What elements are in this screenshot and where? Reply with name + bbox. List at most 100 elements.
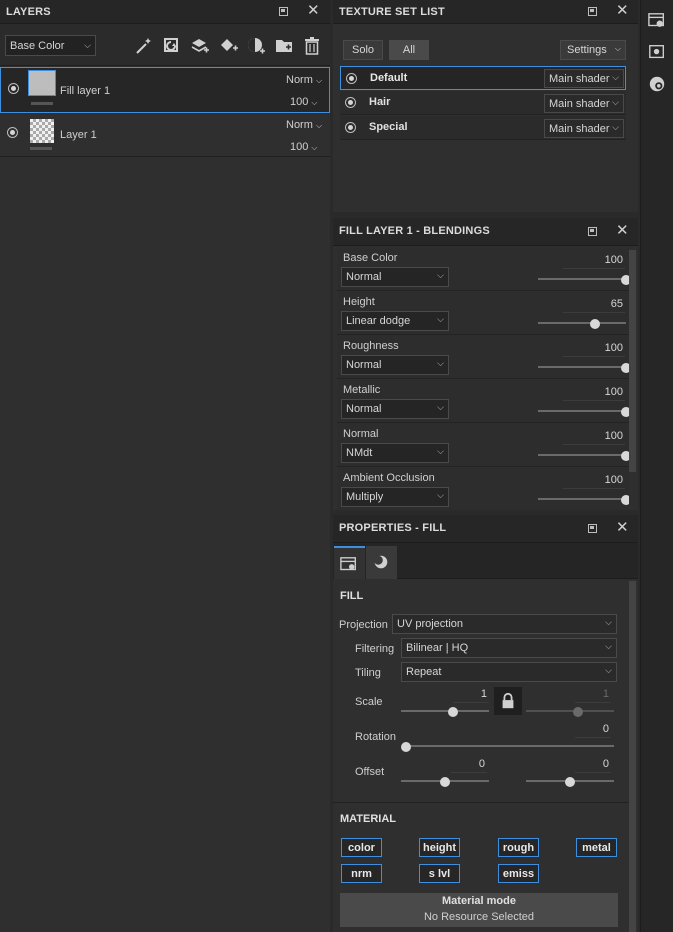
blend-opacity-knob[interactable] bbox=[621, 495, 629, 505]
visibility-icon[interactable] bbox=[345, 97, 356, 108]
value-underline bbox=[575, 737, 611, 738]
filtering-label: Filtering bbox=[355, 643, 395, 655]
blend-opacity-slider[interactable] bbox=[538, 322, 626, 324]
material-nrm-button[interactable]: nrm bbox=[341, 864, 382, 883]
value-underline bbox=[453, 702, 489, 703]
filtering-select[interactable]: Bilinear | HQ ⌵ bbox=[401, 638, 617, 658]
texture-set-panel: TEXTURE SET LIST ✕ Solo All Settings ⌵ De… bbox=[333, 0, 638, 212]
projection-select[interactable]: UV projection ⌵ bbox=[392, 614, 617, 634]
visibility-icon[interactable] bbox=[345, 122, 356, 133]
rotation-value[interactable]: 0 bbox=[575, 723, 609, 735]
texture-set-row[interactable]: Default Main shader ⌵ bbox=[340, 66, 626, 90]
all-button[interactable]: All bbox=[389, 40, 429, 60]
blend-opacity-knob[interactable] bbox=[621, 275, 629, 285]
close-icon[interactable]: ✕ bbox=[307, 3, 320, 18]
layers-panel: LAYERS ✕ Base Color ⌵ Fill layer 1 Norm … bbox=[0, 0, 330, 932]
rotation-slider[interactable] bbox=[406, 745, 614, 747]
layer-opacity[interactable]: 100 ⌵ bbox=[290, 96, 318, 108]
blend-opacity-slider[interactable] bbox=[538, 454, 626, 456]
blend-opacity-value[interactable]: 100 bbox=[587, 254, 623, 266]
chevron-down-icon: ⌵ bbox=[437, 314, 444, 324]
visibility-icon[interactable] bbox=[346, 73, 357, 84]
blend-opacity-value[interactable]: 100 bbox=[587, 386, 623, 398]
close-icon[interactable]: ✕ bbox=[616, 3, 629, 18]
shader-select[interactable]: Main shader ⌵ bbox=[544, 69, 624, 88]
trash-icon[interactable] bbox=[302, 36, 322, 56]
blend-mode-select[interactable]: Linear dodge ⌵ bbox=[341, 311, 449, 331]
blend-mode-select[interactable]: NMdt ⌵ bbox=[341, 443, 449, 463]
blend-opacity-value[interactable]: 100 bbox=[587, 342, 623, 354]
scrollbar[interactable] bbox=[629, 250, 636, 472]
layer-blend-mode[interactable]: Norm ⌵ bbox=[286, 74, 322, 86]
blend-opacity-slider[interactable] bbox=[538, 366, 626, 368]
shader-select[interactable]: Main shader ⌵ bbox=[544, 119, 624, 138]
display-settings-icon[interactable] bbox=[648, 43, 666, 61]
shader-settings-icon[interactable] bbox=[648, 75, 666, 93]
float-panel-icon[interactable] bbox=[588, 524, 597, 533]
paint-bucket-icon[interactable] bbox=[218, 36, 238, 56]
blend-opacity-value[interactable]: 65 bbox=[587, 298, 623, 310]
layer-row[interactable]: Layer 1 Norm ⌵ 100 ⌵ bbox=[0, 113, 330, 157]
offset-v-value[interactable]: 0 bbox=[575, 758, 609, 770]
offset-u-knob[interactable] bbox=[440, 777, 450, 787]
scale-u-slider[interactable] bbox=[401, 710, 489, 712]
material-color-button[interactable]: color bbox=[341, 838, 382, 857]
close-icon[interactable]: ✕ bbox=[616, 223, 629, 238]
material-rough-button[interactable]: rough bbox=[498, 838, 539, 857]
scale-v-value[interactable]: 1 bbox=[575, 688, 609, 700]
layer-blend-mode[interactable]: Norm ⌵ bbox=[286, 119, 322, 131]
material-height-button[interactable]: height bbox=[419, 838, 460, 857]
blend-mode-select[interactable]: Normal ⌵ bbox=[341, 399, 449, 419]
blend-opacity-knob[interactable] bbox=[621, 363, 629, 373]
add-layer-icon[interactable] bbox=[190, 36, 210, 56]
lock-button[interactable] bbox=[494, 687, 522, 715]
float-panel-icon[interactable] bbox=[588, 7, 597, 16]
tab-material[interactable] bbox=[366, 546, 397, 579]
blend-opacity-slider[interactable] bbox=[538, 278, 626, 280]
layer-opacity[interactable]: 100 ⌵ bbox=[290, 141, 318, 153]
add-mask-icon[interactable] bbox=[246, 36, 266, 56]
texture-set-row[interactable]: Hair Main shader ⌵ bbox=[340, 91, 626, 115]
texture-set-settings-icon[interactable] bbox=[648, 12, 666, 30]
blend-opacity-slider[interactable] bbox=[538, 410, 626, 412]
offset-u-value[interactable]: 0 bbox=[451, 758, 485, 770]
blend-opacity-knob[interactable] bbox=[621, 451, 629, 461]
add-folder-icon[interactable] bbox=[274, 36, 294, 56]
blend-mode-select[interactable]: Normal ⌵ bbox=[341, 355, 449, 375]
float-panel-icon[interactable] bbox=[588, 227, 597, 236]
blend-opacity-slider[interactable] bbox=[538, 498, 626, 500]
scrollbar[interactable] bbox=[629, 581, 636, 932]
blend-opacity-knob[interactable] bbox=[590, 319, 601, 329]
scale-v-knob[interactable] bbox=[573, 707, 583, 717]
material-metal-button[interactable]: metal bbox=[576, 838, 617, 857]
visibility-icon[interactable] bbox=[8, 83, 19, 94]
layer-row[interactable]: Fill layer 1 Norm ⌵ 100 ⌵ bbox=[0, 67, 330, 113]
tiling-select[interactable]: Repeat ⌵ bbox=[401, 662, 617, 682]
texture-set-row[interactable]: Special Main shader ⌵ bbox=[340, 116, 626, 140]
tab-fill-settings[interactable] bbox=[334, 546, 365, 579]
material-emiss-button[interactable]: emiss bbox=[498, 864, 539, 883]
rotation-knob[interactable] bbox=[401, 742, 411, 752]
blend-mode-select[interactable]: Multiply ⌵ bbox=[341, 487, 449, 507]
visibility-icon[interactable] bbox=[7, 127, 18, 138]
close-icon[interactable]: ✕ bbox=[616, 520, 629, 535]
scale-u-value[interactable]: 1 bbox=[453, 688, 487, 700]
float-panel-icon[interactable] bbox=[279, 7, 288, 16]
channel-select[interactable]: Base Color ⌵ bbox=[5, 35, 96, 56]
material-mode-box[interactable]: Material mode No Resource Selected bbox=[340, 893, 618, 927]
chevron-down-icon: ⌵ bbox=[605, 617, 612, 627]
blend-opacity-value[interactable]: 100 bbox=[587, 430, 623, 442]
offset-v-knob[interactable] bbox=[565, 777, 575, 787]
scale-u-knob[interactable] bbox=[448, 707, 458, 717]
scale-v-slider[interactable] bbox=[526, 710, 614, 712]
blend-opacity-knob[interactable] bbox=[621, 407, 629, 417]
material-slvl-button[interactable]: s lvl bbox=[419, 864, 460, 883]
solo-button[interactable]: Solo bbox=[343, 40, 383, 60]
settings-button[interactable]: Settings ⌵ bbox=[560, 40, 626, 60]
blend-opacity-value[interactable]: 100 bbox=[587, 474, 623, 486]
shader-select[interactable]: Main shader ⌵ bbox=[544, 94, 624, 113]
add-fill-layer-icon[interactable] bbox=[162, 36, 182, 56]
blend-mode-select[interactable]: Normal ⌵ bbox=[341, 267, 449, 287]
blendings-header: FILL LAYER 1 - BLENDINGS ✕ bbox=[333, 218, 638, 246]
magic-wand-icon[interactable] bbox=[134, 36, 154, 56]
